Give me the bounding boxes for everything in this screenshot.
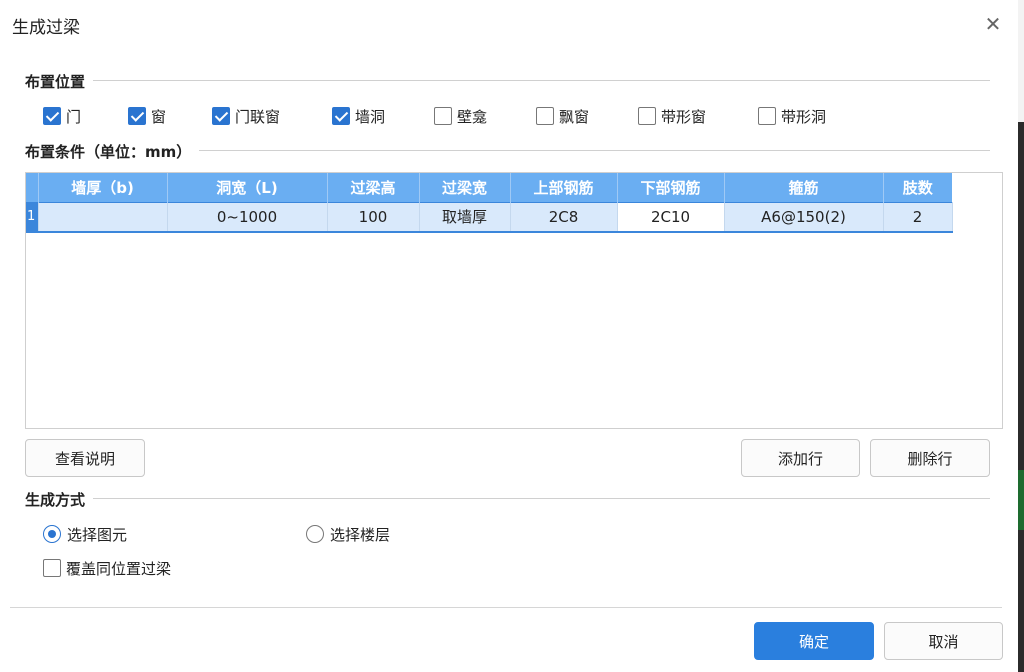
section-divider <box>25 80 990 81</box>
table-row[interactable]: 1 0~1000 100 取墙厚 2C8 2C10 A6@150(2) 2 <box>26 201 953 233</box>
column-header[interactable]: 箍筋 <box>724 173 884 202</box>
add-row-button[interactable]: 添加行 <box>741 439 860 477</box>
column-header[interactable]: 墙厚（b) <box>38 173 168 202</box>
checkbox-unchecked-icon <box>43 559 61 577</box>
background-window-edge <box>1018 0 1024 672</box>
checkbox-niche[interactable]: 壁龛 <box>434 105 487 127</box>
column-header[interactable]: 过梁高 <box>327 173 420 202</box>
radio-selected-icon <box>43 525 61 543</box>
delete-row-button[interactable]: 删除行 <box>870 439 990 477</box>
checkbox-checked-icon <box>212 107 230 125</box>
column-header[interactable]: 过梁宽 <box>419 173 511 202</box>
ok-button[interactable]: 确定 <box>754 622 874 660</box>
checkbox-override-lintel[interactable]: 覆盖同位置过梁 <box>43 557 171 579</box>
dialog-title: 生成过梁 <box>12 18 80 38</box>
column-header[interactable]: 肢数 <box>883 173 952 202</box>
radio-select-element[interactable]: 选择图元 <box>43 523 127 545</box>
checkbox-window[interactable]: 窗 <box>128 105 166 127</box>
checkbox-unchecked-icon <box>758 107 776 125</box>
checkbox-strip-opening[interactable]: 带形洞 <box>758 105 826 127</box>
table-cell[interactable] <box>38 201 168 233</box>
conditions-grid[interactable]: 墙厚（b) 洞宽（L) 过梁高 过梁宽 上部钢筋 下部钢筋 箍筋 肢数 1 0~… <box>25 172 1003 429</box>
checkbox-unchecked-icon <box>638 107 656 125</box>
conditions-section-title: 布置条件（单位：mm） <box>25 141 200 162</box>
radio-unselected-icon <box>306 525 324 543</box>
table-cell[interactable]: 2C8 <box>510 201 618 233</box>
checkbox-checked-icon <box>43 107 61 125</box>
placement-section-title: 布置位置 <box>25 71 94 92</box>
table-cell[interactable]: 2 <box>883 201 953 233</box>
checkbox-door-window[interactable]: 门联窗 <box>212 105 280 127</box>
cancel-button[interactable]: 取消 <box>884 622 1003 660</box>
row-index[interactable]: 1 <box>26 201 39 233</box>
mode-section-title: 生成方式 <box>25 489 94 510</box>
table-cell[interactable]: 0~1000 <box>167 201 328 233</box>
generate-lintel-dialog: 生成过梁 ✕ 布置位置 门 窗 门联窗 墙洞 壁龛 飘窗 带形窗 带形洞 布置条… <box>0 0 1018 672</box>
checkbox-checked-icon <box>128 107 146 125</box>
checkbox-bay-window[interactable]: 飘窗 <box>536 105 589 127</box>
row-header-corner <box>26 173 39 202</box>
checkbox-unchecked-icon <box>434 107 452 125</box>
table-cell[interactable]: 100 <box>327 201 420 233</box>
checkbox-unchecked-icon <box>536 107 554 125</box>
view-help-button[interactable]: 查看说明 <box>25 439 145 477</box>
table-cell[interactable]: A6@150(2) <box>724 201 884 233</box>
section-divider <box>25 498 990 499</box>
grid-header-row: 墙厚（b) 洞宽（L) 过梁高 过梁宽 上部钢筋 下部钢筋 箍筋 肢数 <box>26 173 952 202</box>
checkbox-checked-icon <box>332 107 350 125</box>
table-cell-selected[interactable]: 2C10 <box>617 201 725 233</box>
table-cell[interactable]: 取墙厚 <box>419 201 511 233</box>
column-header[interactable]: 下部钢筋 <box>617 173 725 202</box>
checkbox-wall-opening[interactable]: 墙洞 <box>332 105 385 127</box>
column-header[interactable]: 上部钢筋 <box>510 173 618 202</box>
radio-select-floor[interactable]: 选择楼层 <box>306 523 390 545</box>
column-header[interactable]: 洞宽（L) <box>167 173 328 202</box>
close-icon[interactable]: ✕ <box>982 13 1004 35</box>
checkbox-strip-window[interactable]: 带形窗 <box>638 105 706 127</box>
checkbox-door[interactable]: 门 <box>43 105 81 127</box>
footer-divider <box>10 607 1002 608</box>
